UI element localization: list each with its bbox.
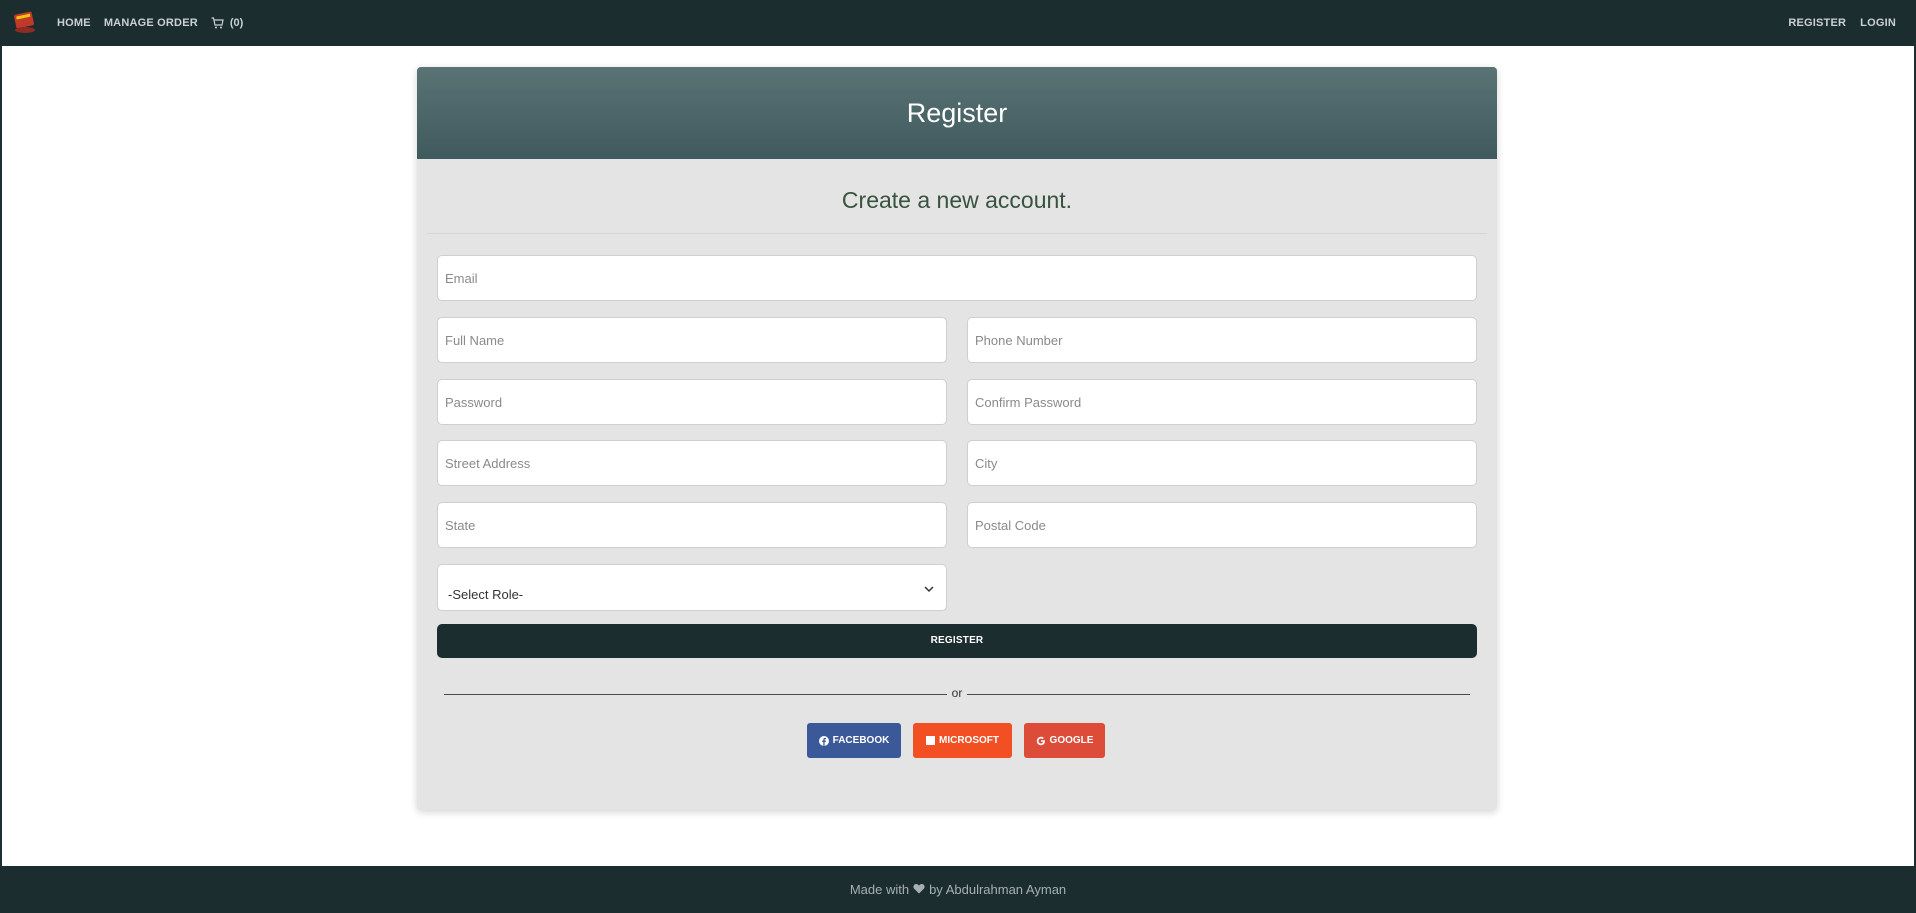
or-text: or (951, 686, 963, 700)
cart-icon (211, 17, 224, 29)
nav-register-link[interactable]: REGISTER (1788, 0, 1846, 46)
email-field[interactable] (437, 255, 1477, 301)
nav-cart-link[interactable]: (0) (211, 17, 243, 29)
page-frame-left (0, 0, 2, 913)
password-field[interactable] (437, 379, 947, 425)
or-divider-right (967, 694, 1470, 695)
footer: Made with by Abdulrahman Ayman (0, 866, 1916, 913)
postal-code-field[interactable] (967, 502, 1477, 548)
microsoft-label: MICROSOFT (939, 735, 999, 746)
nav-manage-order-link[interactable]: MANAGE ORDER (104, 0, 198, 46)
google-icon (1036, 736, 1045, 745)
navbar: HOME MANAGE ORDER (0) REGISTER LOGIN (0, 0, 1916, 46)
footer-author: by Abdulrahman Ayman (929, 882, 1067, 897)
full-name-input[interactable] (445, 318, 946, 362)
email-input[interactable] (445, 256, 1476, 300)
register-card: Register Create a new account. -Select R… (417, 67, 1497, 810)
page-title: Register (906, 97, 1008, 128)
cart-count: (0) (229, 17, 244, 29)
phone-field[interactable] (967, 317, 1477, 363)
confirm-password-field[interactable] (967, 379, 1477, 425)
facebook-login-button[interactable]: FACEBOOK (807, 723, 901, 758)
role-select-value: -Select Role- (448, 587, 524, 602)
card-header: Register (417, 67, 1497, 159)
nav-home-link[interactable]: HOME (57, 0, 91, 46)
or-divider-left (444, 694, 947, 695)
password-input[interactable] (445, 380, 946, 424)
heart-icon (913, 882, 925, 897)
phone-input[interactable] (975, 318, 1476, 362)
register-button[interactable]: REGISTER (437, 624, 1477, 658)
street-address-field[interactable] (437, 440, 947, 486)
microsoft-icon (926, 736, 935, 745)
card-subtitle: Create a new account. (841, 187, 1073, 213)
facebook-icon (818, 735, 829, 746)
book-icon[interactable] (12, 7, 38, 35)
microsoft-login-button[interactable]: MICROSOFT (913, 723, 1012, 758)
state-input[interactable] (445, 503, 946, 547)
postal-code-input[interactable] (975, 503, 1476, 547)
footer-made-with: Made with (849, 882, 910, 897)
state-field[interactable] (437, 502, 947, 548)
facebook-label: FACEBOOK (832, 735, 890, 746)
google-label: GOOGLE (1049, 735, 1094, 746)
city-input[interactable] (975, 441, 1476, 485)
chevron-down-icon (924, 581, 934, 596)
nav-login-link[interactable]: LOGIN (1860, 0, 1896, 46)
role-select[interactable]: -Select Role- (437, 564, 947, 611)
street-address-input[interactable] (445, 441, 946, 485)
divider (427, 233, 1487, 234)
full-name-field[interactable] (437, 317, 947, 363)
google-login-button[interactable]: GOOGLE (1024, 723, 1105, 758)
confirm-password-input[interactable] (975, 380, 1476, 424)
city-field[interactable] (967, 440, 1477, 486)
